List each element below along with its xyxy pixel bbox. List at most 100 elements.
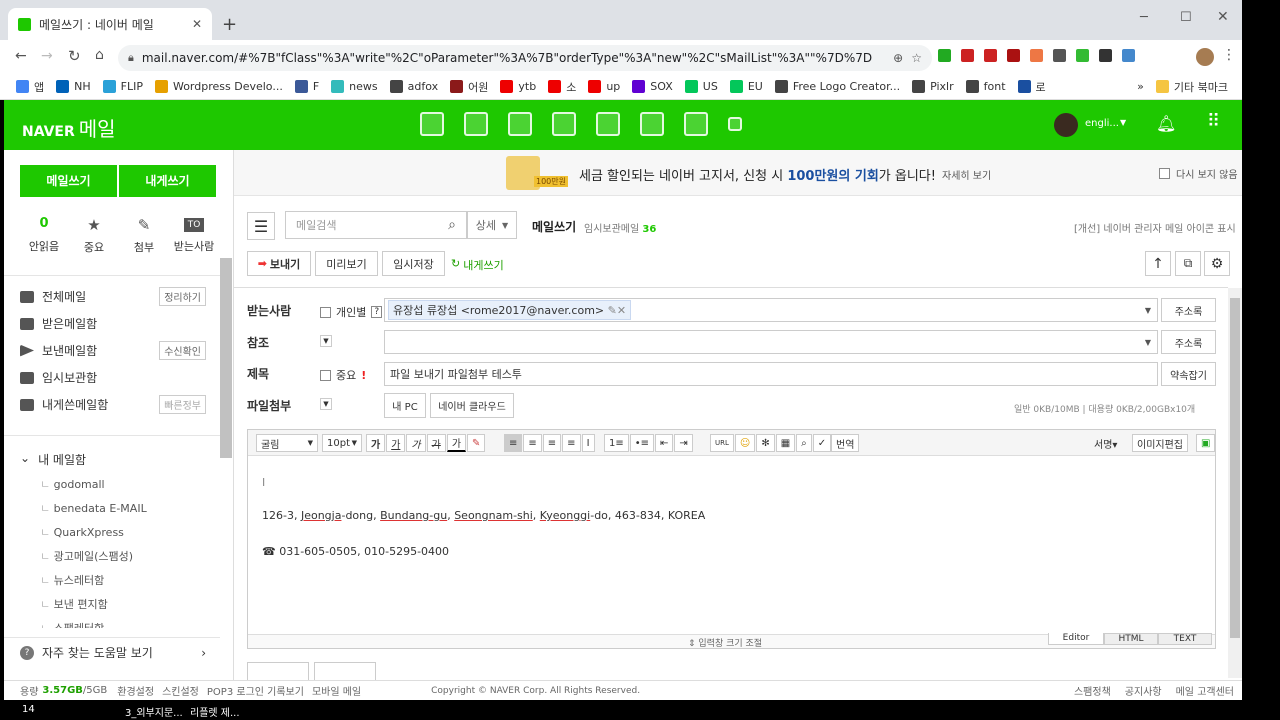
recipient-filter[interactable]: TO 받는사람 — [170, 216, 218, 255]
home-service-icon[interactable] — [684, 112, 708, 136]
to-field[interactable]: 유장섭 류장섭 <rome2017@naver.com> ✎✕ ▼ — [384, 298, 1158, 322]
temp-mail-info[interactable]: 임시보관메일 36 — [584, 220, 656, 235]
bell-icon[interactable]: 🔔︎ — [1156, 114, 1176, 133]
bookmark-star-icon[interactable]: ☆ — [911, 51, 922, 65]
footer-right-link[interactable]: 메일 고객센터 — [1176, 683, 1234, 698]
my-folder-item[interactable]: ㄴ godomall — [4, 473, 220, 497]
align-center-icon[interactable]: ≡ — [523, 434, 542, 452]
bookmark-item[interactable]: font — [965, 79, 1006, 95]
folder-inbox[interactable]: 받은메일함 — [4, 310, 220, 337]
write-mail-button[interactable]: 메일쓰기 — [20, 165, 117, 197]
extension-icon[interactable] — [1053, 49, 1066, 62]
taskbar-item[interactable]: 14 — [22, 704, 35, 715]
my-folder-item[interactable]: ㄴ QuarkXpress — [4, 521, 220, 545]
user-avatar[interactable] — [1054, 113, 1078, 137]
important-option[interactable]: 중요! — [320, 367, 366, 383]
edit-icon[interactable]: ✎ — [608, 304, 617, 317]
italic-icon[interactable]: 가 — [406, 434, 426, 452]
resize-handle[interactable]: ⇕ 입력창 크기 조절 — [688, 636, 762, 649]
body-address-line[interactable]: 126-3, Jeongja-dong, Bundang-gu, Seongna… — [262, 509, 705, 522]
image-edit-button[interactable]: 이미지편집 — [1132, 434, 1188, 452]
bookmark-item[interactable]: 앱 — [16, 79, 44, 95]
new-tab-icon[interactable]: + — [222, 14, 237, 35]
folder-sent[interactable]: 보낸메일함 수신확인 — [4, 337, 220, 364]
folder-drafts[interactable]: 임시보관함 — [4, 364, 220, 391]
bookmark-item[interactable]: up — [588, 79, 620, 95]
bookmark-item[interactable]: ytb — [500, 79, 536, 95]
minimize-icon[interactable]: ─ — [1140, 10, 1148, 25]
tab-editor[interactable]: Editor — [1048, 633, 1104, 645]
strike-icon[interactable]: 가 — [426, 434, 446, 452]
footer-link[interactable]: POP3 로그인 기록보기 — [207, 683, 304, 698]
url-link-icon[interactable]: URL — [710, 434, 734, 452]
help-link[interactable]: ? 자주 찾는 도움말 보기 › — [4, 637, 220, 667]
taskbar-item[interactable]: 리플렛 제... — [190, 704, 240, 719]
settings-gear-icon[interactable]: ⚙ — [1204, 251, 1230, 276]
extension-icon[interactable] — [1099, 49, 1112, 62]
folder-self[interactable]: 내게쓴메일함 빠른정부 — [4, 391, 220, 418]
popout-icon[interactable]: ⧉ — [1175, 251, 1201, 276]
folder-all[interactable]: 전체메일 정리하기 — [4, 283, 220, 310]
my-pc-button[interactable]: 내 PC — [384, 393, 426, 418]
list-icon[interactable] — [508, 112, 532, 136]
important-checkbox[interactable] — [320, 369, 331, 381]
bookmark-item[interactable]: adfox — [389, 79, 438, 95]
banner-more-link[interactable]: 자세히 보기 — [942, 167, 991, 182]
caret-down-icon[interactable]: ▼ — [1145, 306, 1151, 315]
more-service-icon[interactable] — [728, 117, 742, 131]
cloud-icon[interactable] — [596, 112, 620, 136]
my-folder-item[interactable]: ㄴ 광고메일(스팸성) — [4, 545, 220, 569]
indent-icon[interactable]: ⇥ — [674, 434, 693, 452]
send-button[interactable]: ➡ 보내기 — [247, 251, 311, 276]
to-self-toggle[interactable]: ↻ 내게쓰기 — [451, 257, 504, 273]
scrollbar-thumb[interactable] — [1230, 298, 1240, 638]
address-bar[interactable]: 🔒︎ mail.naver.com/#%7B"fClass"%3A"write"… — [118, 45, 932, 71]
highlight-icon[interactable]: ✎ — [467, 434, 486, 452]
bookmark-item[interactable]: FLIP — [102, 79, 143, 95]
individual-checkbox[interactable] — [320, 306, 331, 318]
tab-text[interactable]: TEXT — [1158, 633, 1212, 645]
extension-icon[interactable] — [1076, 49, 1089, 62]
footer-right-link[interactable]: 공지사항 — [1125, 683, 1162, 698]
footer-link[interactable]: 환경설정 — [117, 683, 154, 698]
individual-option[interactable]: 개인별? — [320, 304, 383, 320]
my-folder-item[interactable]: ㄴ 뉴스레터함 — [4, 569, 220, 593]
translate-button[interactable]: 번역 — [831, 434, 860, 452]
help-icon[interactable]: ? — [371, 306, 383, 318]
user-name[interactable]: engli... — [1085, 118, 1119, 129]
browser-tab[interactable]: 메일쓰기 : 네이버 메일 ✕ — [8, 8, 212, 40]
bookmark-item[interactable]: 어원 — [450, 79, 488, 95]
font-size-select[interactable]: 10pt ▼ — [322, 434, 362, 452]
close-icon[interactable]: ✕ — [192, 17, 202, 31]
align-right-icon[interactable]: ≡ — [542, 434, 562, 452]
footer-link[interactable]: 스킨설정 — [162, 683, 199, 698]
bookmark-item[interactable]: US — [684, 79, 718, 95]
profile-avatar[interactable] — [1196, 48, 1214, 66]
preview-button[interactable]: 미리보기 — [315, 251, 378, 276]
organize-button[interactable]: 정리하기 — [159, 287, 206, 306]
bookmark-item[interactable]: F — [294, 79, 319, 95]
recipient-chip[interactable]: 유장섭 류장섭 <rome2017@naver.com> ✎✕ — [388, 300, 632, 320]
subject-input[interactable]: 파일 보내기 파일첨부 테스투 — [384, 362, 1158, 386]
bookmark-item[interactable]: news — [331, 79, 378, 95]
calendar-icon[interactable] — [464, 112, 488, 136]
naver-cloud-button[interactable]: 네이버 클라우드 — [430, 393, 514, 418]
search-detail-dropdown[interactable]: 상세 ▼ — [467, 211, 517, 239]
maximize-icon[interactable]: ☐ — [1180, 10, 1192, 25]
bookmark-item[interactable]: Pixlr — [912, 79, 954, 95]
remove-icon[interactable]: ✕ — [617, 304, 626, 317]
attachment-filter[interactable]: ✎ 첨부 — [120, 216, 168, 255]
align-justify-icon[interactable]: ≡ — [562, 434, 581, 452]
extension-icon[interactable] — [1007, 49, 1020, 62]
forward-icon[interactable]: → — [41, 48, 53, 64]
align-left-icon[interactable]: ≡ — [504, 434, 523, 452]
user-dropdown-icon[interactable]: ▼ — [1120, 118, 1126, 127]
font-color-icon[interactable]: 가 — [446, 434, 467, 452]
extension-icon[interactable] — [1122, 49, 1135, 62]
office-icon[interactable] — [640, 112, 664, 136]
my-folders-header[interactable]: ⌄ 내 메일함 — [20, 451, 86, 468]
bookmark-item[interactable]: 소 — [548, 79, 576, 95]
save-draft-button[interactable]: 임시저장 — [382, 251, 445, 276]
line-height-icon[interactable]: I — [581, 434, 595, 452]
promo-banner[interactable]: 100만원 세금 할인되는 네이버 고지서, 신청 시 100만원의 기회가 옵… — [234, 150, 1242, 196]
